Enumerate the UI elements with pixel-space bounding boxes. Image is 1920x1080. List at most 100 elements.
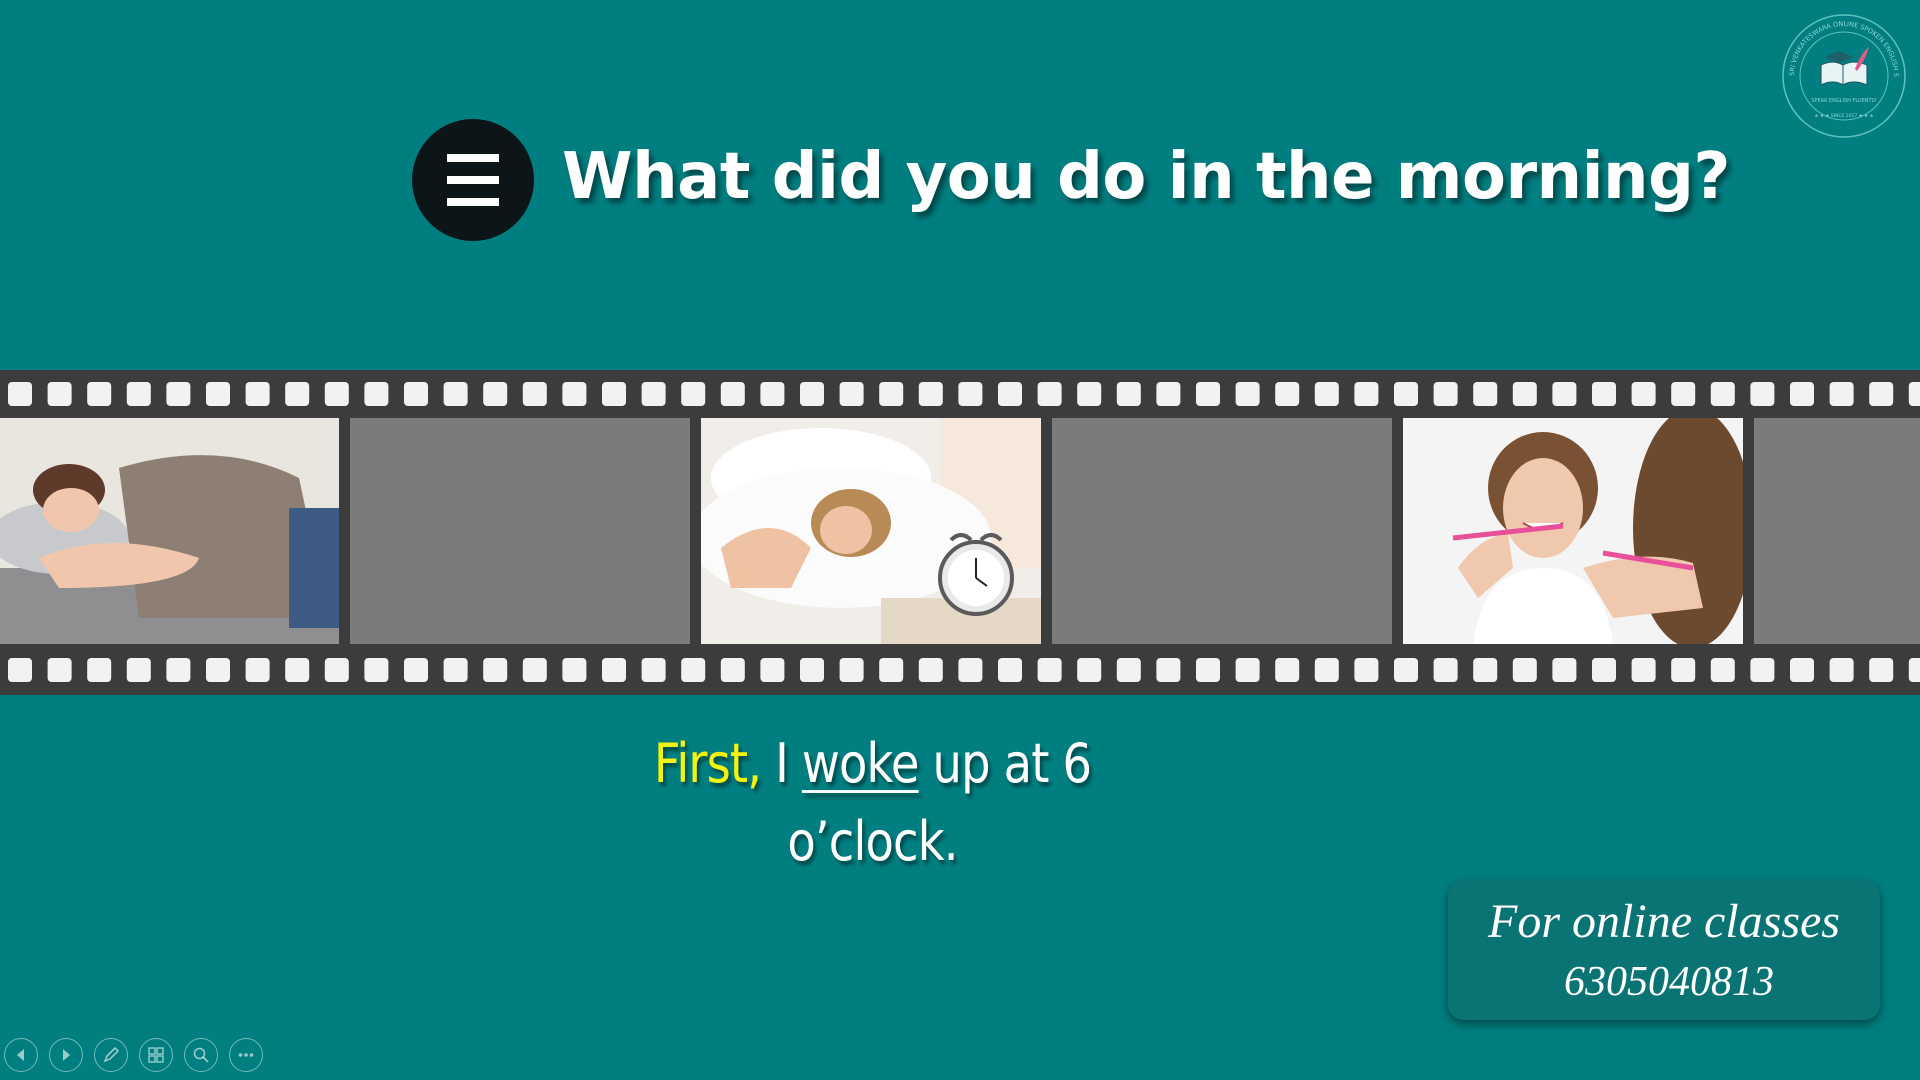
sprocket-hole	[641, 658, 666, 682]
sprocket-hole	[1512, 658, 1537, 682]
sprocket-hole	[562, 658, 587, 682]
sprocket-hole	[998, 382, 1022, 406]
film-sprockets-bottom	[8, 658, 1920, 682]
hamburger-menu-icon	[447, 154, 499, 206]
sprocket-hole	[126, 658, 151, 682]
next-slide-button[interactable]	[49, 1038, 83, 1072]
sprocket-hole	[958, 382, 983, 406]
sprocket-hole	[800, 382, 824, 406]
sprocket-hole	[602, 658, 626, 682]
sprocket-hole	[641, 382, 666, 406]
sprocket-hole	[364, 382, 389, 406]
previous-icon	[17, 1049, 24, 1061]
sprocket-hole	[1196, 382, 1220, 406]
sprocket-hole	[1473, 382, 1498, 406]
sprocket-hole	[1235, 382, 1260, 406]
sprocket-hole	[839, 382, 864, 406]
sprocket-hole	[879, 382, 904, 406]
sentence-subject: I	[775, 732, 789, 795]
menu-button[interactable]	[412, 119, 534, 241]
sprocket-hole	[760, 658, 785, 682]
sprocket-hole	[1750, 658, 1775, 682]
slide-title: What did you do in the morning?	[562, 140, 1731, 214]
sentence-rest: up at 6	[932, 732, 1092, 795]
sprocket-hole	[324, 382, 349, 406]
sprocket-hole	[1275, 382, 1300, 406]
sprocket-hole	[839, 658, 864, 682]
sentence-line2: o’clock.	[787, 810, 958, 873]
sprocket-hole	[522, 658, 547, 682]
sprocket-hole	[1829, 658, 1854, 682]
sprocket-hole	[206, 658, 230, 682]
contact-box: For online classes 6305040813	[1448, 880, 1880, 1020]
sprocket-hole	[1592, 658, 1616, 682]
see-all-slides-button[interactable]	[139, 1038, 173, 1072]
sprocket-hole	[1116, 382, 1141, 406]
sprocket-hole	[483, 658, 508, 682]
sprocket-hole	[1631, 382, 1656, 406]
sprocket-hole	[720, 382, 745, 406]
slides-grid-icon	[148, 1047, 164, 1063]
sprocket-hole	[364, 658, 389, 682]
pen-tool-button[interactable]	[94, 1038, 128, 1072]
sprocket-hole	[1710, 382, 1735, 406]
sprocket-hole	[126, 382, 151, 406]
sprocket-hole	[285, 658, 310, 682]
sprocket-hole	[1869, 382, 1894, 406]
frame-empty-2	[1052, 418, 1392, 644]
frame-empty-1	[350, 418, 690, 644]
sprocket-hole	[1473, 658, 1498, 682]
school-logo: SRI VENKATESWARA ONLINE SPOKEN ENGLISH S…	[1778, 7, 1907, 139]
sprocket-hole	[1275, 658, 1300, 682]
sprocket-hole	[760, 382, 785, 406]
sprocket-hole	[681, 382, 706, 406]
sprocket-hole	[1908, 382, 1920, 406]
zoom-button[interactable]	[184, 1038, 218, 1072]
sprocket-hole	[1908, 658, 1920, 682]
sprocket-hole	[1552, 382, 1577, 406]
sprocket-hole	[1156, 382, 1181, 406]
sprocket-hole	[1156, 658, 1181, 682]
previous-slide-button[interactable]	[4, 1038, 38, 1072]
sprocket-hole	[1671, 382, 1696, 406]
sprocket-hole	[1790, 382, 1814, 406]
sprocket-hole	[404, 658, 428, 682]
frame-woman-alarm-clock	[701, 418, 1041, 644]
sprocket-hole	[602, 382, 626, 406]
sprocket-hole	[1592, 382, 1616, 406]
sprocket-hole	[1037, 382, 1062, 406]
sprocket-hole	[87, 658, 112, 682]
sprocket-hole	[1196, 658, 1220, 682]
sprocket-hole	[47, 382, 72, 406]
sprocket-hole	[8, 382, 32, 406]
film-strip	[0, 370, 1920, 695]
more-options-button[interactable]	[229, 1038, 263, 1072]
sprocket-hole	[918, 382, 943, 406]
frame-woman-sleeping	[0, 418, 339, 644]
more-icon	[238, 1053, 254, 1057]
sprocket-hole	[1235, 658, 1260, 682]
sprocket-hole	[1750, 382, 1775, 406]
zoom-icon	[193, 1047, 209, 1063]
sprocket-hole	[1354, 658, 1379, 682]
sprocket-hole	[1552, 658, 1577, 682]
sprocket-hole	[404, 382, 428, 406]
sprocket-hole	[285, 382, 310, 406]
contact-phone: 6305040813	[1564, 959, 1774, 1005]
presentation-toolbar	[4, 1038, 263, 1074]
sprocket-hole	[206, 382, 230, 406]
sprocket-hole	[958, 658, 983, 682]
sprocket-hole	[1512, 382, 1537, 406]
sprocket-hole	[8, 658, 32, 682]
sprocket-hole	[1314, 658, 1339, 682]
sprocket-hole	[483, 382, 508, 406]
sprocket-hole	[245, 658, 270, 682]
sprocket-hole	[1631, 658, 1656, 682]
sprocket-hole	[166, 658, 191, 682]
sprocket-hole	[1869, 658, 1894, 682]
sprocket-hole	[1077, 382, 1102, 406]
sprocket-hole	[1671, 658, 1696, 682]
next-icon	[63, 1049, 70, 1061]
pen-icon	[103, 1046, 120, 1063]
sprocket-hole	[1394, 658, 1418, 682]
